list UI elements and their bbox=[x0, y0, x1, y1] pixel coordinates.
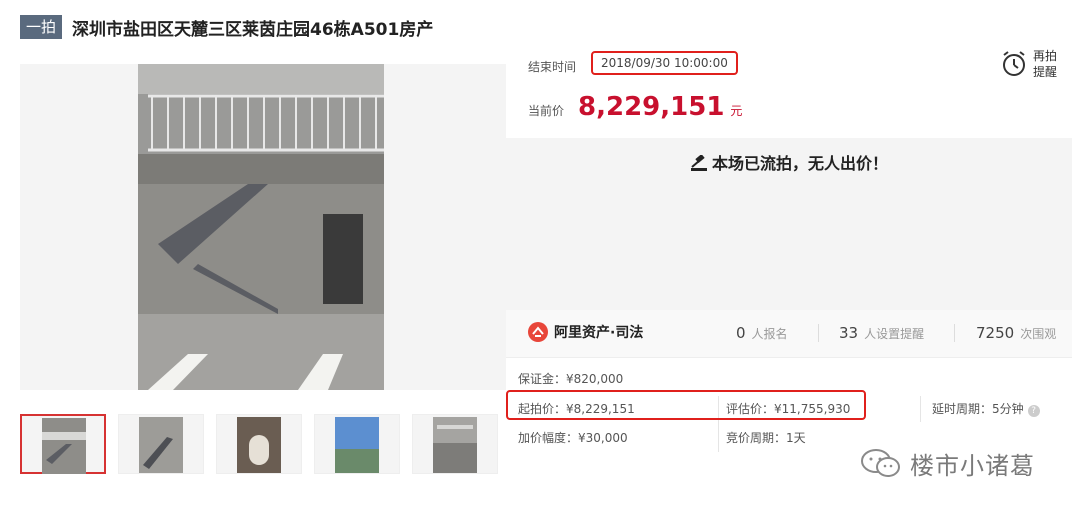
signups-count: 0 bbox=[736, 324, 746, 342]
page-header: 一拍 深圳市盐田区天麓三区莱茵庄园46栋A501房产 bbox=[20, 14, 433, 40]
watermark-text: 楼市小诸葛 bbox=[910, 452, 1035, 480]
views-label: 次围观 bbox=[1020, 327, 1057, 341]
alarm-clock-icon bbox=[1003, 51, 1025, 76]
page-title: 深圳市盐田区天麓三区莱茵庄园46栋A501房产 bbox=[72, 19, 434, 40]
detail-divider bbox=[920, 396, 921, 422]
current-price-label: 当前价 bbox=[528, 104, 565, 118]
remind-label-line1: 再拍 bbox=[1033, 49, 1058, 63]
bidding-period-info: 竞价周期：1天 bbox=[726, 431, 806, 445]
thumbnail-strip bbox=[20, 414, 498, 474]
alibaba-asset-logo-icon bbox=[528, 322, 548, 342]
watermark: 楼市小诸葛 bbox=[860, 446, 1035, 481]
thumbnail-image bbox=[433, 417, 477, 473]
price-unit: 元 bbox=[730, 104, 743, 118]
reminders-label: 人设置提醒 bbox=[864, 327, 925, 341]
end-time-value: 2018/09/30 10:00:00 bbox=[591, 51, 738, 75]
thumbnail-image bbox=[139, 417, 183, 473]
views-count: 7250 bbox=[976, 324, 1015, 342]
signups-stat: 0 人报名 bbox=[736, 324, 788, 342]
increment-info: 加价幅度：¥30,000 bbox=[518, 431, 628, 445]
remind-label-line2: 提醒 bbox=[1033, 65, 1058, 79]
auction-status-panel: 本场已流拍，无人出价！ bbox=[506, 138, 1072, 310]
gavel-icon bbox=[690, 154, 707, 171]
thumbnail-4[interactable] bbox=[314, 414, 400, 474]
thumbnail-5[interactable] bbox=[412, 414, 498, 474]
auction-status: 本场已流拍，无人出价！ bbox=[506, 150, 1072, 174]
brand-logo[interactable]: 阿里资产·司法 bbox=[528, 322, 643, 342]
help-icon[interactable]: ? bbox=[1027, 405, 1040, 417]
brand-name: 阿里资产·司法 bbox=[554, 325, 644, 341]
auction-status-text: 本场已流拍，无人出价！ bbox=[711, 154, 888, 173]
auction-round-badge: 一拍 bbox=[20, 15, 63, 39]
reminders-stat: 33 人设置提醒 bbox=[839, 324, 924, 342]
wechat-icon bbox=[861, 448, 900, 477]
thumbnail-1[interactable] bbox=[20, 414, 106, 474]
reminders-count: 33 bbox=[839, 324, 859, 342]
current-price-value: 8,229,151 bbox=[578, 92, 725, 122]
auction-stats-bar: 阿里资产·司法 0 人报名 33 人设置提醒 7250 次围观 bbox=[506, 310, 1072, 358]
property-photo bbox=[138, 64, 384, 390]
highlight-box-prices bbox=[506, 390, 866, 420]
current-price-row: 当前价 8,229,151 元 bbox=[528, 92, 742, 122]
main-photo[interactable] bbox=[20, 64, 506, 390]
extension-info: 延时周期：5分钟? bbox=[932, 400, 1040, 417]
deposit-info: 保证金：¥820,000 bbox=[518, 372, 624, 386]
stat-divider bbox=[818, 324, 819, 342]
thumbnail-3[interactable] bbox=[216, 414, 302, 474]
end-time-label: 结束时间 bbox=[528, 60, 577, 74]
thumbnail-image bbox=[335, 417, 379, 473]
views-stat: 7250 次围观 bbox=[976, 324, 1056, 342]
remind-label: 再拍 提醒 bbox=[1033, 48, 1057, 80]
rebid-remind-button[interactable]: 再拍 提醒 bbox=[1001, 48, 1057, 80]
thumbnail-2[interactable] bbox=[118, 414, 204, 474]
thumbnail-image bbox=[237, 417, 281, 473]
extension-text: 延时周期：5分钟 bbox=[932, 402, 1024, 416]
thumbnail-image bbox=[42, 418, 86, 474]
signups-label: 人报名 bbox=[751, 327, 788, 341]
stat-divider bbox=[954, 324, 955, 342]
